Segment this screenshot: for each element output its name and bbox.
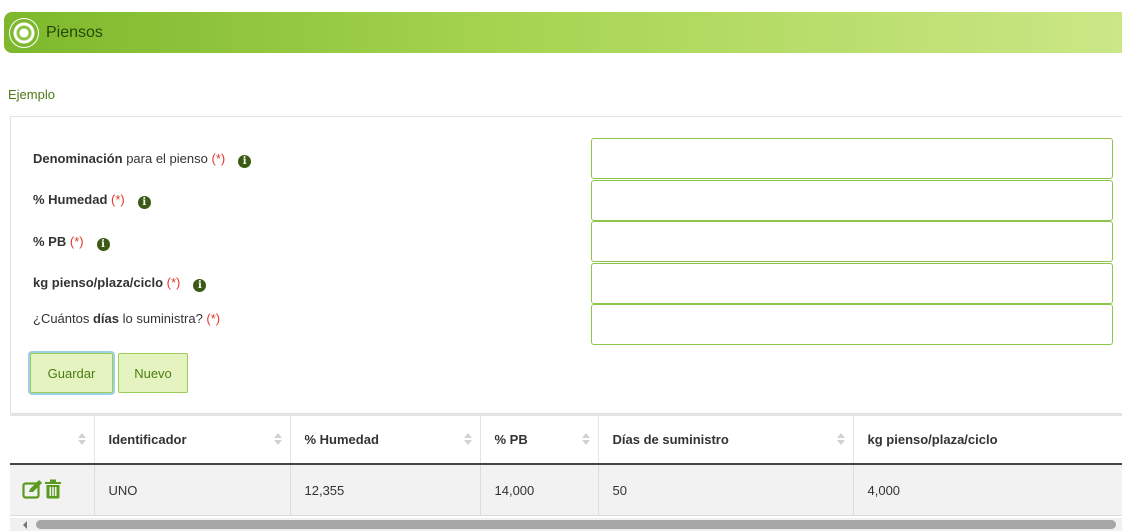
scroll-thumb[interactable]	[36, 520, 1116, 529]
label-denominacion: Denominación para el pienso (*) i	[33, 151, 252, 168]
denominacion-input[interactable]	[591, 138, 1113, 179]
kg-pienso-input[interactable]	[591, 263, 1113, 304]
pb-input[interactable]	[591, 221, 1113, 262]
page-title: Piensos	[46, 23, 103, 41]
new-button[interactable]: Nuevo	[118, 353, 188, 393]
dias-input[interactable]	[591, 304, 1113, 345]
column-header-pb[interactable]: % PB	[479, 414, 598, 465]
column-header-identificador[interactable]: Identificador	[93, 414, 290, 465]
cell-identificador: UNO	[93, 464, 290, 516]
sort-icon[interactable]	[581, 431, 590, 447]
humedad-input[interactable]	[591, 180, 1113, 221]
table-row: UNO 12,355 14,000 50 4,000	[10, 464, 1122, 516]
info-icon[interactable]: i	[193, 279, 207, 292]
required-mark: (*)	[166, 275, 181, 290]
column-header-humedad[interactable]: % Humedad	[289, 414, 480, 465]
cell-pb: 14,000	[479, 464, 598, 516]
horizontal-scrollbar[interactable]	[10, 518, 1122, 531]
sort-icon[interactable]	[77, 431, 86, 447]
info-icon[interactable]: i	[137, 196, 151, 209]
column-header-dias[interactable]: Días de suministro	[597, 414, 853, 465]
leaf-logo-icon	[9, 17, 39, 48]
cell-dias: 50	[597, 464, 853, 516]
sort-icon[interactable]	[463, 431, 472, 447]
sort-icon[interactable]	[836, 431, 845, 447]
info-icon[interactable]: i	[96, 238, 110, 251]
required-mark: (*)	[206, 311, 221, 326]
label-dias: ¿Cuántos días lo suministra? (*)	[33, 311, 221, 326]
info-icon[interactable]: i	[238, 155, 252, 168]
scroll-left-arrow-icon[interactable]	[23, 521, 27, 529]
table-header-row: Identificador % Humedad % PB Días de sum…	[10, 414, 1122, 465]
label-humedad: % Humedad (*) i	[33, 192, 151, 209]
column-header-actions[interactable]	[10, 414, 94, 465]
cell-kg: 4,000	[852, 464, 1122, 516]
edit-icon[interactable]	[22, 479, 44, 502]
cell-humedad: 12,355	[289, 464, 480, 516]
row-actions	[10, 464, 94, 516]
example-link[interactable]: Ejemplo	[8, 87, 55, 102]
required-mark: (*)	[69, 234, 84, 249]
page-header: Piensos	[4, 12, 1122, 53]
sort-icon[interactable]	[273, 431, 282, 447]
required-mark: (*)	[211, 151, 226, 166]
feeds-table: Identificador % Humedad % PB Días de sum…	[10, 414, 1122, 531]
label-kg-pienso: kg pienso/plaza/ciclo (*) i	[33, 275, 207, 292]
label-pb: % PB (*) i	[33, 234, 110, 251]
trash-icon[interactable]	[44, 479, 62, 502]
column-header-kg[interactable]: kg pienso/plaza/ciclo	[852, 414, 1122, 465]
required-mark: (*)	[111, 192, 125, 207]
save-button[interactable]: Guardar	[30, 353, 113, 393]
